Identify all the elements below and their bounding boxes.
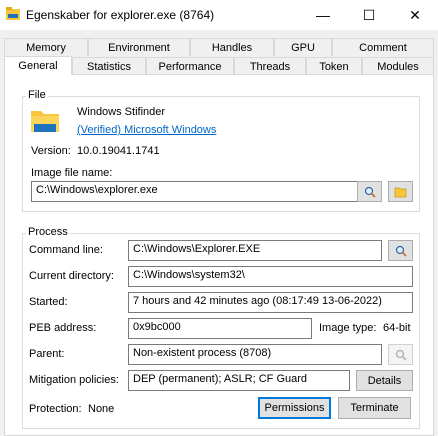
command-line-field[interactable]: C:\Windows\Explorer.EXE [128, 240, 382, 261]
file-description: Windows Stifinder [77, 106, 166, 118]
permissions-button[interactable]: Permissions [258, 397, 331, 419]
started-label: Started: [29, 296, 68, 308]
minimize-button[interactable]: — [300, 0, 346, 30]
mitigation-policies-field[interactable]: DEP (permanent); ASLR; CF Guard [128, 370, 350, 391]
search-icon [364, 186, 376, 198]
mitigation-policies-label: Mitigation policies: [29, 374, 119, 386]
terminate-button[interactable]: Terminate [338, 397, 411, 419]
image-file-name-label: Image file name: [31, 167, 113, 179]
current-directory-label: Current directory: [29, 270, 114, 282]
open-folder-button[interactable] [388, 181, 413, 202]
command-line-search-button[interactable] [388, 240, 413, 261]
title-bar[interactable]: Egenskaber for explorer.exe (8764) — ☐ ✕ [0, 0, 438, 30]
tab-statistics[interactable]: Statistics [72, 57, 146, 75]
peb-address-label: PEB address: [29, 322, 97, 334]
maximize-button[interactable]: ☐ [346, 0, 392, 30]
tab-handles[interactable]: Handles [190, 38, 274, 56]
tab-gpu[interactable]: GPU [274, 38, 332, 56]
protection-value: None [88, 403, 115, 415]
protection-label: Protection: [29, 403, 82, 415]
parent-field[interactable]: Non-existent process (8708) [128, 344, 382, 365]
verified-company-link[interactable]: (Verified) Microsoft Windows [77, 124, 216, 136]
tab-memory[interactable]: Memory [4, 38, 88, 56]
tab-threads[interactable]: Threads [234, 57, 306, 75]
process-group-label: Process [26, 226, 70, 238]
explorer-folder-icon [31, 111, 59, 132]
peb-address-field[interactable]: 0x9bc000 [128, 318, 312, 339]
image-file-search-button[interactable] [357, 181, 382, 202]
current-directory-field[interactable]: C:\Windows\system32\ [128, 266, 413, 287]
command-line-label: Command line: [29, 244, 103, 256]
image-type-value: 64-bit [383, 322, 411, 334]
image-file-name-field[interactable]: C:\Windows\explorer.exe [31, 181, 380, 202]
tab-environment[interactable]: Environment [88, 38, 190, 56]
app-icon [6, 7, 20, 20]
details-button[interactable]: Details [356, 370, 413, 391]
search-icon [395, 349, 407, 361]
file-group-label: File [26, 89, 48, 101]
parent-label: Parent: [29, 348, 65, 360]
tab-token[interactable]: Token [306, 57, 362, 75]
started-field[interactable]: 7 hours and 42 minutes ago (08:17:49 13-… [128, 292, 413, 313]
tab-general[interactable]: General [4, 56, 72, 75]
window-title: Egenskaber for explorer.exe (8764) [26, 8, 215, 22]
folder-open-icon [394, 187, 406, 197]
version-value: 10.0.19041.1741 [77, 145, 160, 157]
tab-comment[interactable]: Comment [332, 38, 434, 56]
search-icon [395, 245, 407, 257]
close-button[interactable]: ✕ [392, 0, 438, 30]
version-label: Version: [31, 145, 71, 157]
tab-performance[interactable]: Performance [146, 57, 234, 75]
image-type-label: Image type: [319, 322, 377, 334]
parent-search-button[interactable] [388, 344, 413, 365]
tab-modules[interactable]: Modules [362, 57, 434, 75]
